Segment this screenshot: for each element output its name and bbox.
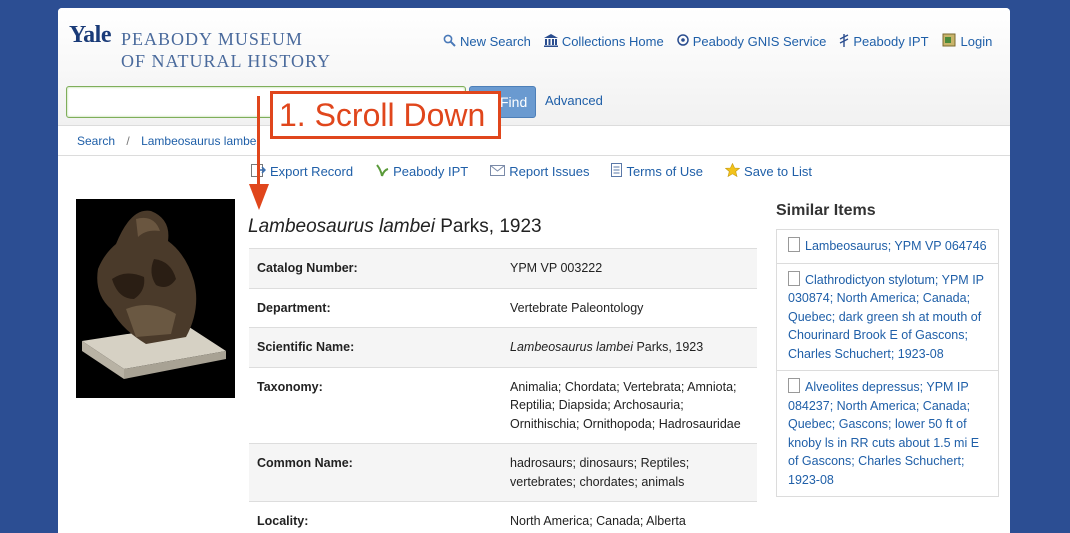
report-issues-link[interactable]: Report Issues <box>490 163 589 180</box>
similar-item[interactable]: Clathrodictyon stylotum; YPM IP 030874; … <box>777 262 998 371</box>
title-scientific-name: Lambeosaurus lambei <box>248 216 435 237</box>
nav-label: Collections Home <box>561 34 664 49</box>
login-icon <box>942 33 957 50</box>
annotation-arrow-head <box>249 184 269 210</box>
document-icon <box>611 163 623 180</box>
field-label: Catalog Number: <box>249 248 502 288</box>
action-label: Peabody IPT <box>393 164 469 179</box>
record-actions: Export Record Peabody IPT Report Issues … <box>251 162 812 180</box>
breadcrumb-separator: / <box>126 134 130 148</box>
table-row: Scientific Name: Lambeosaurus lambei Par… <box>249 327 757 367</box>
table-row: Locality: North America; Canada; Alberta <box>249 501 757 533</box>
record-title: Lambeosaurus lambei Parks, 1923 <box>248 216 542 238</box>
annotation-callout: 1. Scroll Down <box>270 91 501 139</box>
star-icon <box>724 162 741 180</box>
nav-peabody-ipt[interactable]: Peabody IPT <box>839 33 929 50</box>
field-value: Lambeosaurus lambei Parks, 1923 <box>502 327 757 367</box>
similar-item[interactable]: Lambeosaurus; YPM VP 064746 <box>777 230 998 263</box>
compass-icon <box>676 34 689 49</box>
nav-new-search[interactable]: New Search <box>443 33 531 50</box>
similar-items-heading: Similar Items <box>776 202 876 219</box>
nav-label: Login <box>960 34 993 49</box>
similar-items-list: Lambeosaurus; YPM VP 064746 Clathrodicty… <box>776 229 999 497</box>
field-value: Animalia; Chordata; Vertebrata; Amniota;… <box>502 366 757 444</box>
save-to-list-link[interactable]: Save to List <box>724 162 812 180</box>
breadcrumb-current[interactable]: Lambeosaurus lambei <box>141 134 259 148</box>
annotation-arrow-line <box>257 96 260 186</box>
table-row: Taxonomy: Animalia; Chordata; Vertebrata… <box>249 366 757 444</box>
field-label: Common Name: <box>249 443 502 502</box>
document-icon <box>788 270 800 286</box>
terms-of-use-link[interactable]: Terms of Use <box>611 163 703 180</box>
similar-item[interactable]: Alveolites depressus; YPM IP 084237; Nor… <box>777 370 998 496</box>
page: Yale PEABODY MUSEUM OF NATURAL HISTORY N… <box>58 8 1010 533</box>
action-label: Report Issues <box>509 164 590 179</box>
plant-icon <box>839 33 849 50</box>
nav-login[interactable]: Login <box>942 33 993 50</box>
field-value: hadrosaurs; dinosaurs; Reptiles; vertebr… <box>502 443 757 502</box>
similar-item-label: Alveolites depressus; YPM IP 084237; Nor… <box>788 380 980 487</box>
plant-icon <box>375 163 389 180</box>
action-label: Save to List <box>744 164 812 179</box>
field-label: Locality: <box>249 501 502 533</box>
nav-label: Peabody IPT <box>853 34 929 49</box>
nav-collections-home[interactable]: Collections Home <box>543 33 664 50</box>
title-authority: Parks, 1923 <box>434 216 542 237</box>
table-row: Common Name: hadrosaurs; dinosaurs; Rept… <box>249 443 757 502</box>
action-peabody-ipt-link[interactable]: Peabody IPT <box>375 163 468 180</box>
breadcrumb: Search / Lambeosaurus lambei <box>58 126 1010 156</box>
table-row: Catalog Number: YPM VP 003222 <box>249 248 757 288</box>
field-label: Department: <box>249 287 502 328</box>
document-icon <box>788 237 800 252</box>
nav-label: Peabody GNIS Service <box>692 34 827 49</box>
document-icon <box>788 378 800 393</box>
table-row: Department: Vertebrate Paleontology <box>249 287 757 328</box>
building-icon <box>543 33 558 50</box>
logo-yale: Yale <box>69 22 112 48</box>
advanced-search-link[interactable]: Advanced <box>545 93 603 108</box>
record-details-table: Catalog Number: YPM VP 003222 Department… <box>249 248 757 533</box>
similar-item-label: Clathrodictyon stylotum; YPM IP 030874; … <box>788 272 984 361</box>
action-label: Export Record <box>270 164 354 179</box>
breadcrumb-search[interactable]: Search <box>77 134 115 148</box>
field-value: YPM VP 003222 <box>502 248 757 288</box>
export-record-link[interactable]: Export Record <box>251 163 353 180</box>
mail-icon <box>490 164 506 179</box>
logo-line2: OF NATURAL HISTORY <box>121 51 332 71</box>
top-nav: New Search Collections Home Peabody GNIS… <box>443 33 992 50</box>
field-label: Scientific Name: <box>249 327 502 367</box>
field-value: North America; Canada; Alberta <box>502 501 757 533</box>
field-label: Taxonomy: <box>249 366 502 444</box>
field-value-italic: Lambeosaurus lambei <box>510 340 633 354</box>
similar-item-label: Lambeosaurus; YPM VP 064746 <box>805 239 987 253</box>
nav-label: New Search <box>460 34 531 49</box>
logo-line1: PEABODY MUSEUM <box>121 29 303 49</box>
site-header: Yale PEABODY MUSEUM OF NATURAL HISTORY N… <box>58 8 1010 126</box>
specimen-image[interactable] <box>76 199 235 398</box>
action-label: Terms of Use <box>626 164 704 179</box>
field-value-rest: Parks, 1923 <box>633 340 704 354</box>
field-value: Vertebrate Paleontology <box>502 287 757 328</box>
search-icon <box>443 34 456 50</box>
nav-gnis-service[interactable]: Peabody GNIS Service <box>676 33 827 50</box>
